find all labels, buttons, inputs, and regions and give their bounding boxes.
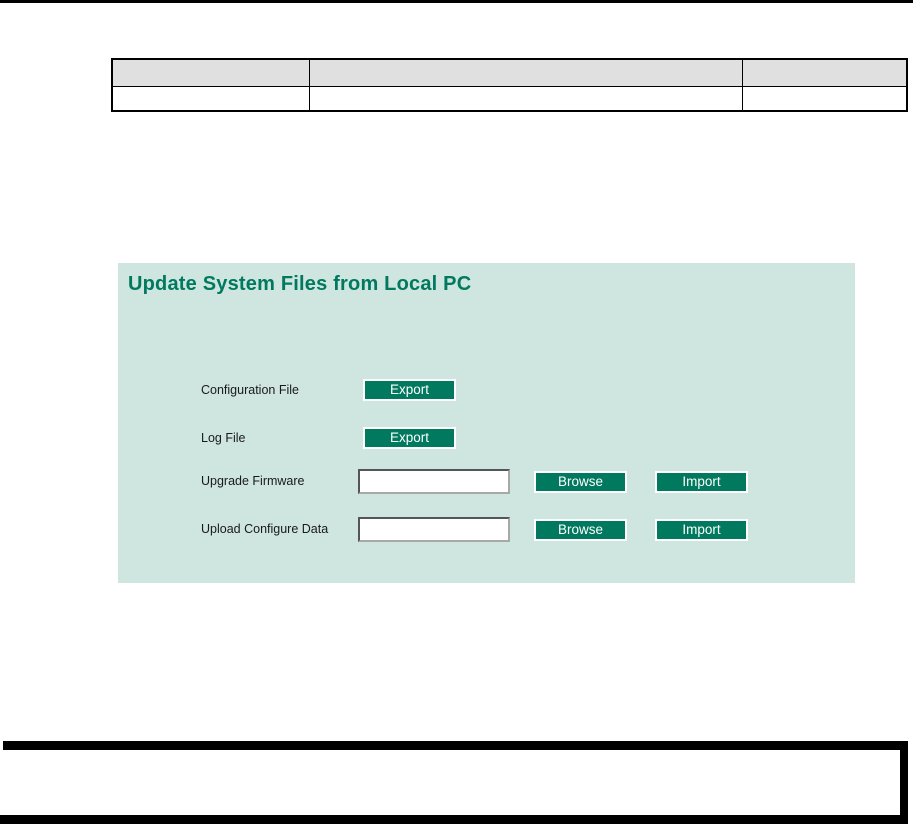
table-cell	[111, 85, 310, 112]
field-label: Upgrade Firmware	[201, 474, 305, 488]
panel-title: Update System Files from Local PC	[128, 273, 472, 295]
top-page-rule	[0, 0, 913, 3]
upload-configure-data-row: Upload Configure Data Browse Import	[118, 517, 855, 543]
firmware-file-input[interactable]	[358, 469, 510, 494]
export-configuration-button[interactable]: Export	[363, 379, 456, 401]
field-label: Log File	[201, 431, 246, 445]
upgrade-firmware-row: Upgrade Firmware Browse Import	[118, 469, 855, 495]
table-header-row	[111, 58, 908, 87]
configuration-file-row: Configuration File Export	[118, 377, 855, 403]
footer-rule-left-stub	[0, 815, 3, 824]
field-label: Upload Configure Data	[201, 522, 329, 536]
table-row	[111, 85, 908, 112]
table-header-cell	[111, 58, 310, 87]
footer-rule-box	[3, 741, 908, 824]
update-system-files-panel: Update System Files from Local PC Config…	[118, 263, 855, 583]
export-log-button[interactable]: Export	[363, 427, 456, 449]
table-header-cell	[308, 58, 743, 87]
import-firmware-button[interactable]: Import	[655, 471, 748, 493]
table-header-cell	[741, 58, 908, 87]
field-label: Configuration File	[201, 383, 299, 397]
configure-data-file-input[interactable]	[358, 517, 510, 542]
summary-table	[111, 58, 908, 112]
table-cell	[741, 85, 908, 112]
import-configure-data-button[interactable]: Import	[655, 519, 748, 541]
table-cell	[308, 85, 743, 112]
log-file-row: Log File Export	[118, 425, 855, 451]
browse-firmware-button[interactable]: Browse	[534, 471, 627, 493]
browse-configure-data-button[interactable]: Browse	[534, 519, 627, 541]
